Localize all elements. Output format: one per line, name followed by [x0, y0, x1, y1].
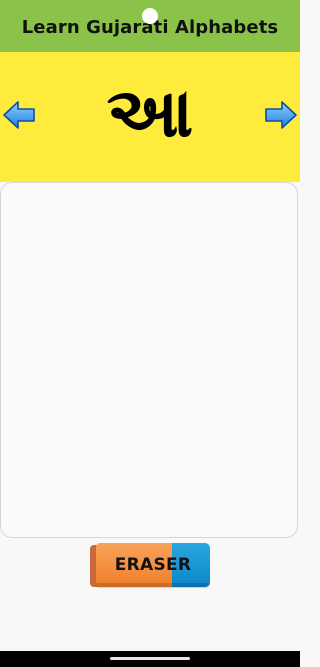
right-arrow-icon: [265, 101, 297, 129]
system-navigation-bar: [0, 651, 300, 667]
camera-cutout: [142, 8, 158, 24]
eraser-button[interactable]: ERASER: [88, 543, 212, 589]
current-letter: આ: [106, 74, 194, 153]
next-letter-button[interactable]: [264, 100, 298, 130]
letter-display-bar: આ: [0, 52, 300, 182]
drawing-canvas[interactable]: [0, 182, 298, 538]
eraser-label: ERASER: [114, 555, 192, 575]
home-indicator[interactable]: [110, 657, 190, 660]
